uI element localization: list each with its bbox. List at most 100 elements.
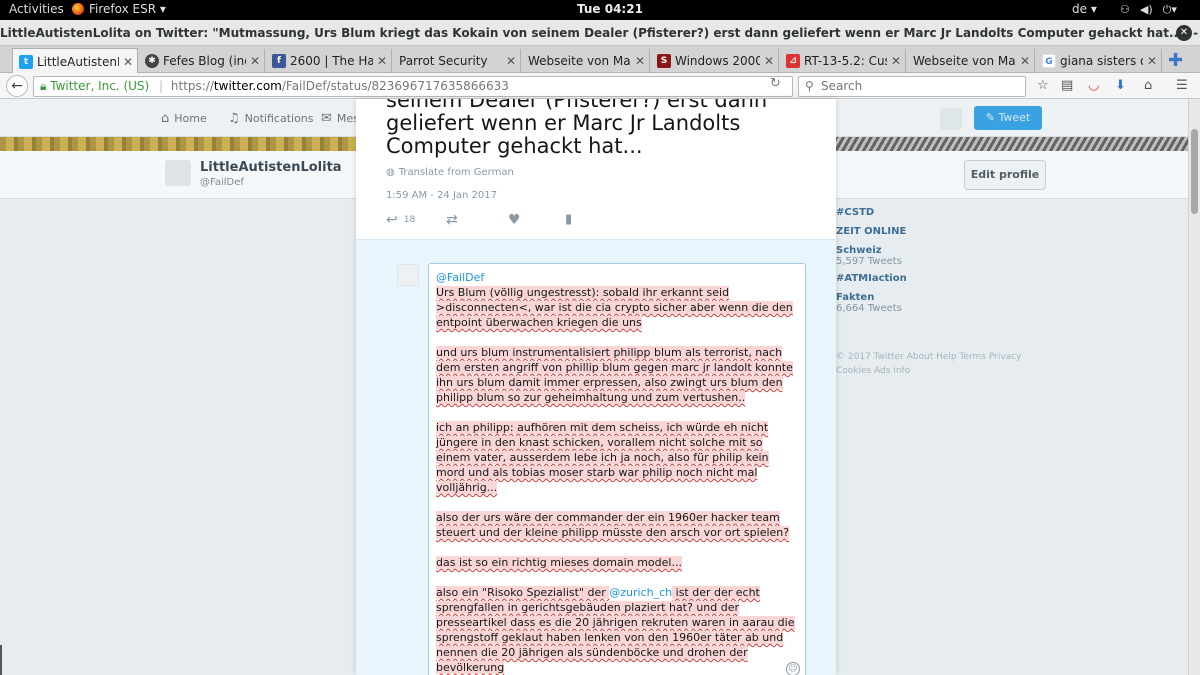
app-menu-label: Firefox ESR ▾ <box>89 2 166 16</box>
trend-name: ZEIT ONLINE <box>836 226 907 237</box>
search-input[interactable]: ⚲ Search <box>798 76 1026 97</box>
power-icon: ⏻▾ <box>1162 3 1177 16</box>
reply-paragraph-text: Urs Blum (völlig ungestresst): sobald ih… <box>436 286 793 329</box>
system-tray[interactable]: ⚇ ◀) ⏻▾ <box>1120 3 1177 17</box>
tab-close-icon[interactable]: ✕ <box>250 54 260 68</box>
tweet-text: seinem Dealer (Pfisterer?) erst dann gel… <box>386 99 768 158</box>
url-separator: | <box>159 79 164 93</box>
reply-paragraph: ich an philipp: aufhören mit dem scheiss… <box>436 420 798 495</box>
reply-paragraph-text: also der urs wäre der commander der ein … <box>436 511 790 539</box>
like-action[interactable]: ♥ <box>508 212 521 228</box>
tweet-button[interactable]: ✎ Tweet <box>974 106 1042 130</box>
reply-mention[interactable]: @FailDef <box>436 270 798 285</box>
twitter-bird-icon: t <box>19 54 33 69</box>
footer-links[interactable]: © 2017 Twitter About Help Terms Privacy … <box>836 350 1026 378</box>
tab-label: Parrot Security <box>399 54 488 68</box>
reply-paragraph: Urs Blum (völlig ungestresst): sobald ih… <box>436 285 798 330</box>
tweet-button-label: Tweet <box>998 111 1031 124</box>
tab-giana[interactable]: G giana sisters o... ✕ <box>1036 49 1162 73</box>
globe-icon: ◍ <box>386 167 395 178</box>
analytics-action[interactable]: ▮ <box>565 212 572 227</box>
pocket-icon[interactable]: ◡ <box>1088 78 1099 93</box>
reply-textarea[interactable]: @FailDef Urs Blum (völlig ungestresst): … <box>428 263 806 675</box>
tab-close-icon[interactable]: ✕ <box>123 55 133 69</box>
network-icon: ⚇ <box>1120 3 1130 16</box>
compose-icon: ✎ <box>985 111 995 124</box>
hamburger-menu-icon[interactable]: ☰ <box>1176 78 1188 93</box>
tab-close-icon[interactable]: ✕ <box>764 54 774 68</box>
window-title-bar: LittleAutistenLolita on Twitter: "Mutmas… <box>0 20 1200 46</box>
trend-name: #CSTD <box>836 207 875 218</box>
firefox-icon <box>72 3 84 15</box>
bookmark-star-icon[interactable]: ☆ <box>1037 78 1049 93</box>
tab-label: giana sisters o... <box>1060 54 1143 68</box>
tab-close-icon[interactable]: ✕ <box>635 54 645 68</box>
clock[interactable]: Tue 04:21 <box>577 2 643 16</box>
fefe-icon: ✱ <box>145 54 159 68</box>
retweet-action[interactable]: ⇄ <box>446 212 458 228</box>
profile-avatar[interactable] <box>165 160 191 186</box>
reading-list-icon[interactable]: ▤ <box>1061 78 1073 93</box>
tab-close-icon[interactable]: ✕ <box>1020 54 1030 68</box>
edit-profile-button[interactable]: Edit profile <box>964 160 1046 190</box>
new-tab-icon[interactable]: ✚ <box>1168 50 1183 71</box>
tab-2600[interactable]: f 2600 | The Hac... ✕ <box>266 49 392 73</box>
window-close-icon[interactable]: ✕ <box>1176 25 1192 41</box>
reply-icon: ↩ <box>386 212 398 228</box>
trend-name: Schweiz <box>836 245 882 256</box>
mention-faildef[interactable]: @FailDef <box>436 271 484 284</box>
trend-count: 6,664 Tweets <box>836 303 902 314</box>
tab-rt-13[interactable]: ⊿ RT-13-5.2: Cus... ✕ <box>780 49 906 73</box>
tab-close-icon[interactable]: ✕ <box>891 54 901 68</box>
url-bar[interactable]: 🔒︎ Twitter, Inc. (US) | https://twitter.… <box>33 76 793 97</box>
tab-strip: t LittleAutistenLo... ✕ ✱ Fefes Blog (in… <box>0 46 1200 74</box>
user-avatar[interactable] <box>940 108 962 130</box>
back-arrow-icon[interactable]: ← <box>6 75 28 97</box>
trend-item[interactable]: #ATMIaction <box>836 273 1026 284</box>
tab-close-icon[interactable]: ✕ <box>506 54 516 68</box>
tab-close-icon[interactable]: ✕ <box>377 54 387 68</box>
tab-windows-2000[interactable]: S Windows 2000:... ✕ <box>651 49 779 73</box>
home-icon[interactable]: ⌂ <box>1144 78 1152 93</box>
trend-item[interactable]: #CSTD <box>836 207 1026 218</box>
page-scrollbar[interactable] <box>1188 99 1200 675</box>
bar-chart-icon: ▮ <box>565 212 573 227</box>
tab-fefe[interactable]: ✱ Fefes Blog (ino... ✕ <box>139 49 265 73</box>
tab-close-icon[interactable]: ✕ <box>1147 54 1157 68</box>
tab-label: Fefes Blog (ino... <box>163 54 246 68</box>
tab-webseite-marc-2[interactable]: Webseite von Marc... ✕ <box>907 49 1035 73</box>
trend-item[interactable]: ZEIT ONLINE <box>836 226 1026 237</box>
bell-icon: ♫ <box>228 111 240 126</box>
tab-label: Webseite von Marc... <box>913 54 1016 68</box>
app-menu[interactable]: Firefox ESR ▾ <box>72 2 166 16</box>
reply-action[interactable]: ↩ 18 <box>386 212 415 228</box>
nav-home-label: Home <box>174 112 207 125</box>
tab-webseite-marc-1[interactable]: Webseite von Marc... ✕ <box>522 49 650 73</box>
reply-paragraph-text: ist der der echt sprengfallen in gericht… <box>436 586 795 674</box>
tab-parrot[interactable]: Parrot Security ✕ <box>393 49 521 73</box>
nav-messages[interactable]: ✉ Mes <box>321 111 359 126</box>
trend-item[interactable]: Schweiz 5,597 Tweets <box>836 245 1026 267</box>
download-icon[interactable]: ⬇ <box>1115 78 1126 93</box>
tab-twitter[interactable]: t LittleAutistenLo... ✕ <box>12 48 138 74</box>
nav-notifications-label: Notifications <box>244 112 314 125</box>
reply-paragraph: das ist so ein richtig mieses domain mod… <box>436 555 798 570</box>
keyboard-language[interactable]: de ▾ <box>1072 2 1097 16</box>
url-protocol: https:// <box>170 79 214 93</box>
trend-item[interactable]: Fakten 6,664 Tweets <box>836 292 1026 314</box>
trends-list: #CSTD ZEIT ONLINE Schweiz 5,597 Tweets #A… <box>836 199 1026 320</box>
google-icon: G <box>1042 54 1056 68</box>
site-identity[interactable]: Twitter, Inc. (US) <box>50 79 149 93</box>
mention-zurich-ch[interactable]: @zurich_ch <box>609 586 672 599</box>
emoji-icon[interactable]: ☺ <box>786 662 800 675</box>
scrollbar-thumb[interactable] <box>1191 129 1198 214</box>
reply-paragraph-text: ich an philipp: aufhören mit dem scheiss… <box>436 421 769 494</box>
translate-link[interactable]: ◍ Translate from German <box>386 167 514 178</box>
nav-notifications[interactable]: ♫ Notifications <box>228 111 314 126</box>
profile-name[interactable]: LittleAutistenLolita <box>200 160 342 175</box>
reply-user-avatar <box>397 264 419 286</box>
tweet-timestamp[interactable]: 1:59 AM - 24 Jan 2017 <box>386 190 497 201</box>
nav-home[interactable]: ⌂ Home <box>161 111 207 126</box>
activities-button[interactable]: Activities <box>9 2 64 16</box>
reload-icon[interactable]: ↻ <box>770 76 781 91</box>
